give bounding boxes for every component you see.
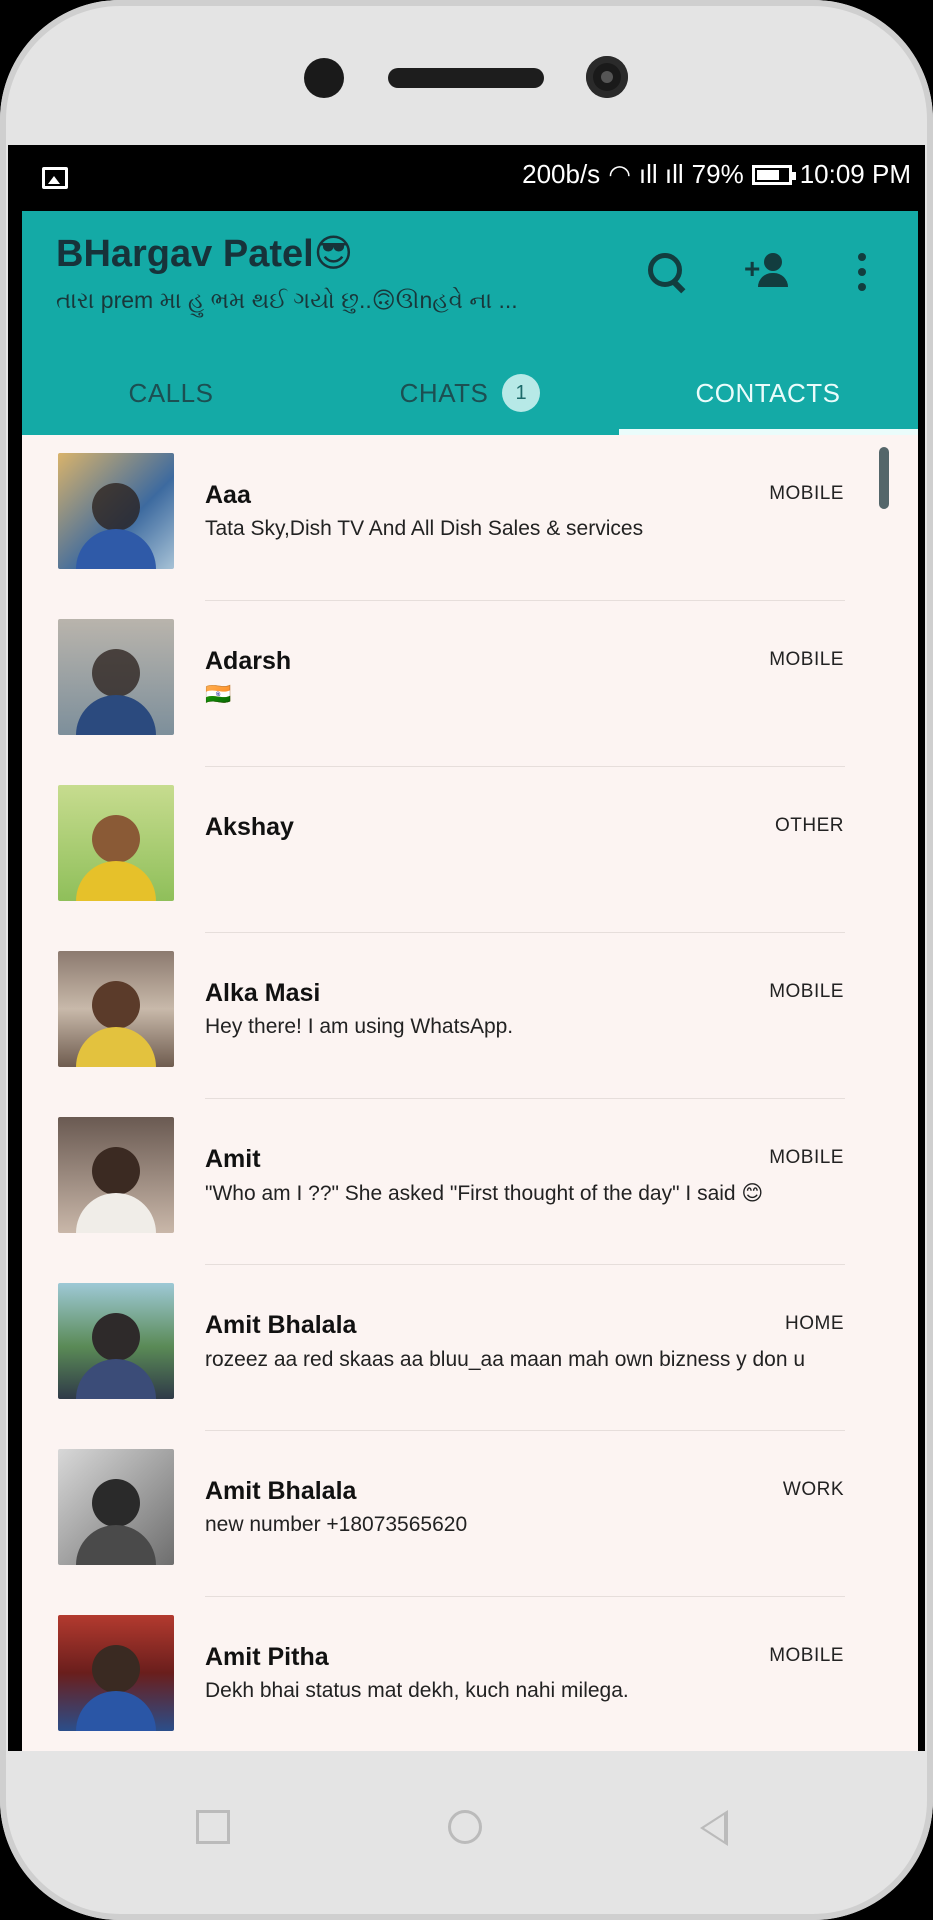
contact-name: Aaa bbox=[205, 481, 251, 509]
whatsapp-app: BHargav Patel😎 તારા prem મા હુ ભમ થઈ ગયો… bbox=[22, 211, 918, 1751]
tab-contacts[interactable]: CONTACTS bbox=[619, 351, 917, 435]
status-bar: 200b/s ◠ ıll ıll 79% 10:09 PM bbox=[8, 145, 925, 211]
contact-name: Amit bbox=[205, 1145, 261, 1173]
contact-name: Akshay bbox=[205, 813, 294, 841]
contact-name: Adarsh bbox=[205, 647, 292, 675]
phone-type: HOME bbox=[785, 1313, 844, 1334]
avatar[interactable] bbox=[58, 1283, 174, 1399]
contact-row[interactable]: Amit Pitha Dekh bhai status mat dekh, ku… bbox=[22, 1597, 918, 1751]
tab-contacts-label: CONTACTS bbox=[695, 377, 841, 408]
phone-type: MOBILE bbox=[769, 1645, 844, 1666]
avatar[interactable] bbox=[58, 951, 174, 1067]
avatar[interactable] bbox=[58, 1615, 174, 1731]
phone-frame: 200b/s ◠ ıll ıll 79% 10:09 PM BHargav Pa… bbox=[0, 0, 933, 1920]
contact-name: Amit Bhalala bbox=[205, 1311, 357, 1339]
contact-status: "Who am I ??" She asked "First thought o… bbox=[205, 1182, 764, 1205]
clock: 10:09 PM bbox=[799, 159, 911, 189]
more-options-icon[interactable] bbox=[852, 249, 872, 295]
avatar[interactable] bbox=[58, 785, 174, 901]
back-button[interactable] bbox=[700, 1810, 728, 1846]
contact-row[interactable]: Amit Bhalala new number +18073565620 WOR… bbox=[22, 1431, 918, 1597]
contact-status: Hey there! I am using WhatsApp. bbox=[205, 1015, 514, 1038]
contact-row[interactable]: Aaa Tata Sky,Dish TV And All Dish Sales … bbox=[22, 435, 918, 601]
contact-list[interactable]: Aaa Tata Sky,Dish TV And All Dish Sales … bbox=[22, 435, 918, 1751]
battery-icon bbox=[751, 164, 796, 185]
phone-type: MOBILE bbox=[769, 1147, 844, 1168]
recent-apps-button[interactable] bbox=[196, 1810, 230, 1844]
wifi-icon: ◠ bbox=[608, 159, 631, 189]
phone-type: MOBILE bbox=[769, 981, 844, 1002]
tab-bar: CALLS CHATS 1 CONTACTS bbox=[22, 351, 918, 435]
network-speed: 200b/s bbox=[522, 159, 601, 189]
tab-chats[interactable]: CHATS 1 bbox=[321, 351, 619, 435]
contact-status: rozeez aa red skaas aa bluu_aa maan mah … bbox=[205, 1348, 805, 1371]
contact-row[interactable]: Akshay OTHER bbox=[22, 767, 918, 933]
profile-status: તારા prem મા હુ ભમ થઈ ગયો છુ..🙃ઊnહવે ના … bbox=[56, 287, 518, 313]
contact-status: Tata Sky,Dish TV And All Dish Sales & se… bbox=[205, 517, 644, 540]
front-camera bbox=[586, 56, 628, 98]
status-bar-right: 200b/s ◠ ıll ıll 79% 10:09 PM bbox=[522, 159, 911, 190]
profile-name[interactable]: BHargav Patel😎 bbox=[56, 231, 353, 276]
gallery-notification-icon bbox=[42, 167, 68, 189]
contact-name: Amit Pitha bbox=[205, 1643, 329, 1671]
contact-row[interactable]: Alka Masi Hey there! I am using WhatsApp… bbox=[22, 933, 918, 1099]
earpiece-speaker bbox=[388, 68, 544, 88]
avatar[interactable] bbox=[58, 619, 174, 735]
contact-row[interactable]: Amit Bhalala rozeez aa red skaas aa bluu… bbox=[22, 1265, 918, 1431]
avatar[interactable] bbox=[58, 1117, 174, 1233]
search-icon[interactable] bbox=[644, 249, 690, 295]
phone-type: MOBILE bbox=[769, 483, 844, 504]
contact-status: 🇮🇳 bbox=[205, 683, 232, 706]
contact-status: new number +18073565620 bbox=[205, 1513, 468, 1536]
tab-calls[interactable]: CALLS bbox=[22, 351, 320, 435]
tab-calls-label: CALLS bbox=[128, 377, 214, 408]
phone-type: MOBILE bbox=[769, 649, 844, 670]
avatar[interactable] bbox=[58, 1449, 174, 1565]
contact-row[interactable]: Adarsh 🇮🇳 MOBILE bbox=[22, 601, 918, 767]
battery-percent: 79% bbox=[691, 159, 744, 189]
contact-name: Amit Bhalala bbox=[205, 1477, 357, 1505]
contact-status: Dekh bhai status mat dekh, kuch nahi mil… bbox=[205, 1679, 629, 1702]
proximity-sensor bbox=[304, 58, 344, 98]
unread-badge: 1 bbox=[502, 374, 541, 412]
avatar[interactable] bbox=[58, 453, 174, 569]
scrollbar[interactable] bbox=[879, 447, 889, 509]
app-header: BHargav Patel😎 તારા prem મા હુ ભમ થઈ ગયો… bbox=[22, 211, 918, 435]
contact-row[interactable]: Amit "Who am I ??" She asked "First thou… bbox=[22, 1099, 918, 1265]
home-button[interactable] bbox=[448, 1810, 482, 1844]
phone-type: WORK bbox=[782, 1479, 844, 1500]
phone-type: OTHER bbox=[775, 815, 844, 836]
tab-chats-label: CHATS bbox=[399, 377, 489, 408]
screen: 200b/s ◠ ıll ıll 79% 10:09 PM BHargav Pa… bbox=[8, 145, 925, 1751]
contact-name: Alka Masi bbox=[205, 979, 321, 1007]
add-contact-icon[interactable]: + bbox=[744, 249, 790, 295]
signal-icon: ıll ıll bbox=[638, 159, 684, 189]
